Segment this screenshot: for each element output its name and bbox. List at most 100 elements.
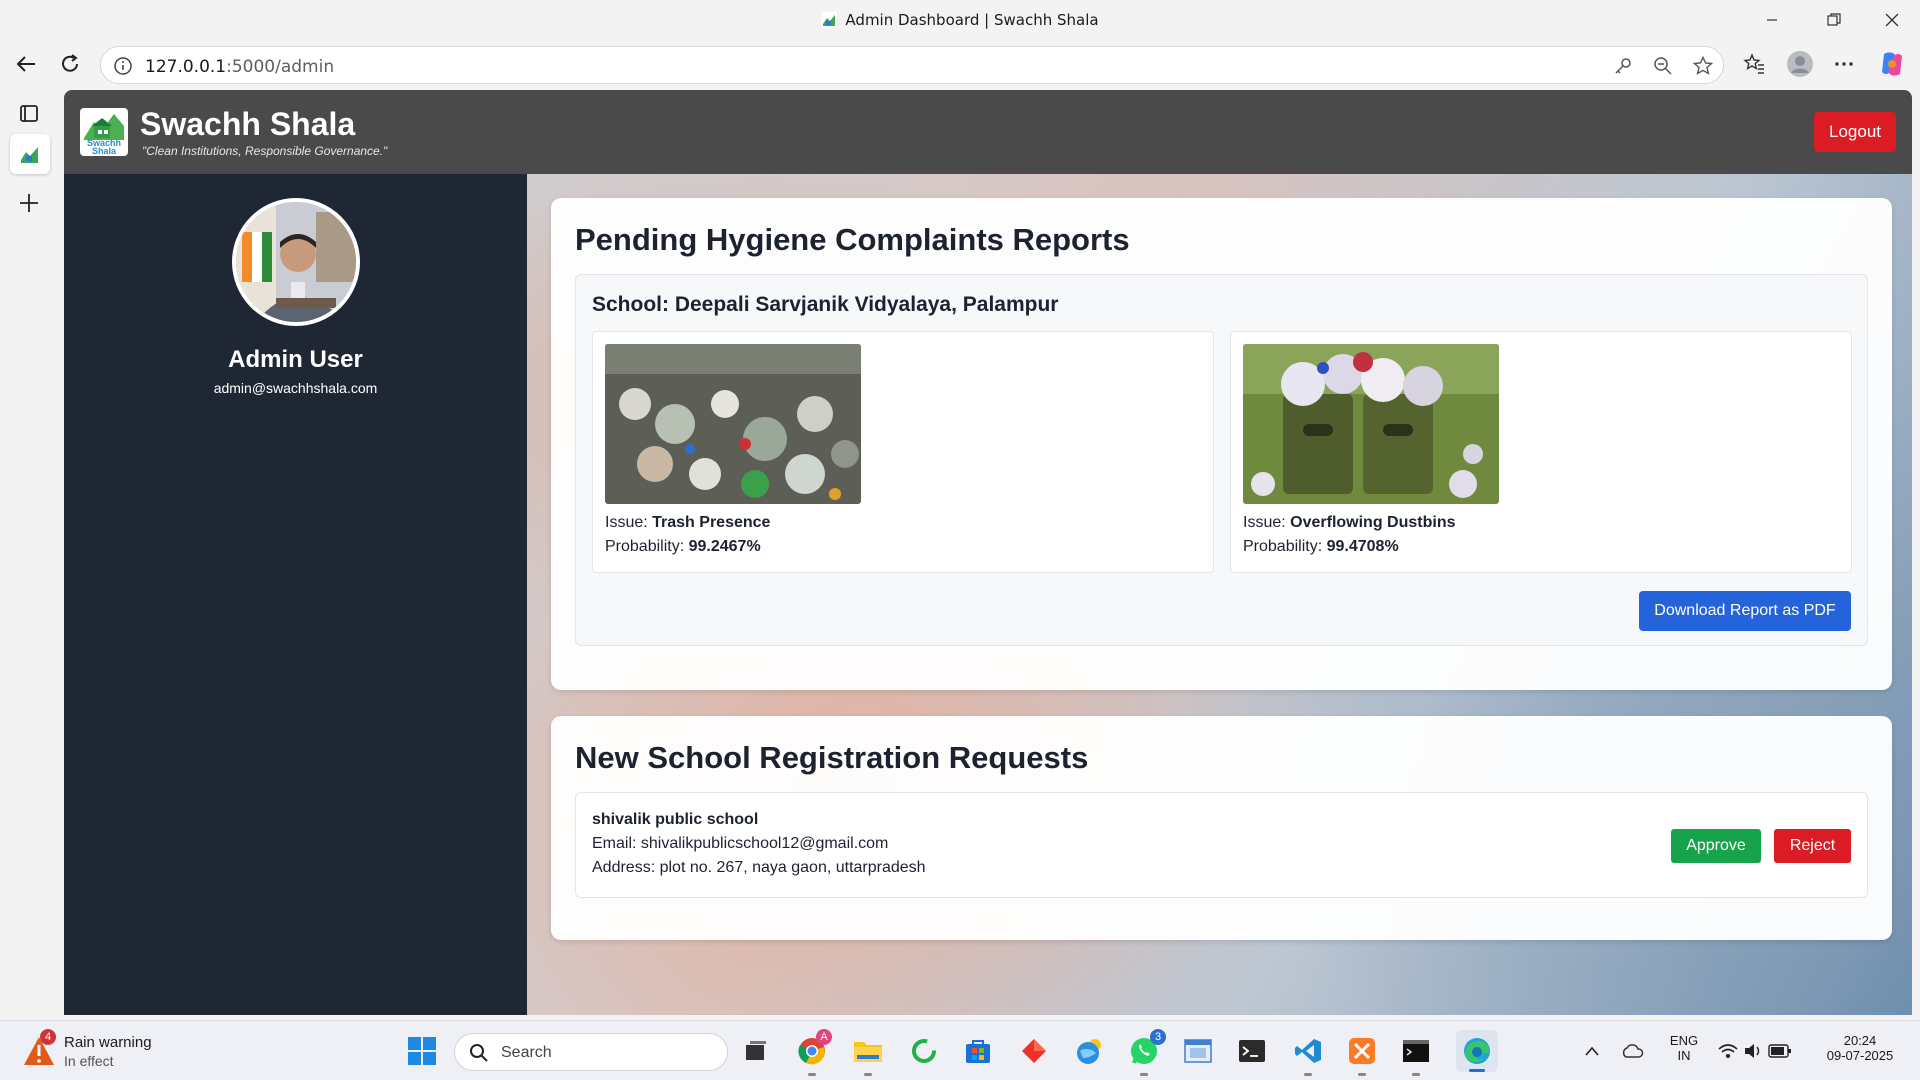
request-address: Address: plot no. 267, naya gaon, uttarp… bbox=[592, 859, 926, 876]
admin-avatar bbox=[232, 198, 360, 326]
site-favicon-icon bbox=[21, 147, 38, 163]
app-ring[interactable] bbox=[908, 1035, 940, 1067]
report-issue: Issue: Overflowing Dustbins bbox=[1243, 514, 1456, 531]
terminal-icon bbox=[1239, 1040, 1265, 1062]
logo-text: Swachh Shala bbox=[86, 138, 121, 156]
taskbar-search[interactable]: Search bbox=[454, 1033, 728, 1071]
globe-sun-icon bbox=[1077, 1039, 1101, 1064]
command-prompt-app[interactable] bbox=[1400, 1035, 1432, 1076]
more-horizontal-icon bbox=[1835, 62, 1853, 66]
brand-tagline: "Clean Institutions, Responsible Governa… bbox=[142, 144, 388, 158]
running-indicator bbox=[1358, 1073, 1366, 1076]
window-app[interactable] bbox=[1182, 1035, 1214, 1067]
weather-widget[interactable]: 4 Rain warning In effect bbox=[22, 1029, 202, 1073]
window-icon bbox=[1184, 1039, 1212, 1063]
request-email: Email: shivalikpublicschool12@gmail.com bbox=[592, 835, 889, 852]
back-button[interactable] bbox=[8, 46, 44, 82]
clock[interactable]: 20:24 09-07-2025 bbox=[1812, 1033, 1908, 1063]
copilot-icon bbox=[1882, 52, 1902, 76]
show-hidden-icons-button[interactable] bbox=[1576, 1035, 1608, 1067]
tab-actions-button[interactable] bbox=[18, 102, 40, 129]
clock-time: 20:24 bbox=[1843, 1033, 1877, 1048]
xampp-icon bbox=[1349, 1038, 1375, 1064]
logout-button[interactable]: Logout bbox=[1814, 112, 1896, 152]
terminal-app[interactable] bbox=[1236, 1035, 1268, 1067]
profile-avatar-icon bbox=[1787, 51, 1813, 77]
chevron-up-icon bbox=[1585, 1046, 1599, 1056]
restore-icon bbox=[1827, 13, 1841, 26]
task-view-icon bbox=[746, 1041, 766, 1060]
site-logo: Swachh Shala bbox=[80, 108, 128, 156]
url-text[interactable]: 127.0.0.1:5000/admin bbox=[145, 57, 334, 77]
report-photo[interactable] bbox=[605, 344, 861, 504]
windows-start-icon bbox=[408, 1037, 436, 1065]
vscode-icon bbox=[1295, 1039, 1321, 1063]
language-indicator[interactable]: ENG IN bbox=[1666, 1033, 1702, 1063]
registrations-heading: New School Registration Requests bbox=[575, 740, 1089, 775]
report-probability: Probability: 99.2467% bbox=[605, 538, 761, 555]
minimize-button[interactable] bbox=[1744, 0, 1800, 40]
running-indicator bbox=[864, 1073, 872, 1076]
onedrive-button[interactable] bbox=[1616, 1035, 1648, 1067]
site-header: Swachh Shala Swachh Shala "Clean Institu… bbox=[64, 90, 1912, 174]
vertical-tab-strip bbox=[0, 88, 64, 1020]
admin-photo-icon bbox=[236, 202, 356, 322]
search-icon bbox=[470, 1044, 488, 1062]
report-card: Issue: Overflowing Dustbins Probability:… bbox=[1230, 331, 1852, 573]
school-name: School: Deepali Sarvjanik Vidyalaya, Pal… bbox=[592, 293, 1059, 316]
complaints-card: Pending Hygiene Complaints Reports Schoo… bbox=[551, 198, 1892, 690]
command-prompt-icon bbox=[1403, 1040, 1429, 1062]
task-view-button[interactable] bbox=[740, 1035, 772, 1067]
new-tab-button[interactable] bbox=[18, 192, 40, 219]
vscode-app[interactable] bbox=[1292, 1035, 1324, 1076]
file-explorer-app[interactable] bbox=[852, 1035, 884, 1076]
reject-button[interactable]: Reject bbox=[1774, 829, 1851, 863]
weather-app[interactable] bbox=[1074, 1035, 1106, 1067]
settings-more-button[interactable] bbox=[1826, 46, 1862, 82]
zoom-out-icon[interactable] bbox=[1653, 56, 1673, 76]
close-window-button[interactable] bbox=[1864, 0, 1920, 40]
reload-button[interactable] bbox=[52, 46, 88, 82]
diamond-app[interactable] bbox=[1018, 1035, 1050, 1067]
maximize-button[interactable] bbox=[1806, 0, 1862, 40]
xampp-app[interactable] bbox=[1346, 1035, 1378, 1076]
browser-toolbar: 127.0.0.1:5000/admin bbox=[0, 40, 1920, 88]
tab-swachh-shala[interactable] bbox=[10, 134, 50, 174]
weather-title: Rain warning bbox=[64, 1034, 152, 1051]
download-report-button[interactable]: Download Report as PDF bbox=[1639, 591, 1851, 631]
favorites-button[interactable] bbox=[1736, 46, 1772, 82]
close-icon bbox=[1885, 13, 1899, 27]
address-bar[interactable]: 127.0.0.1:5000/admin bbox=[100, 46, 1724, 84]
key-icon[interactable] bbox=[1613, 56, 1633, 76]
microsoft-store-app[interactable] bbox=[962, 1035, 994, 1067]
wifi-icon bbox=[1718, 1044, 1738, 1058]
running-indicator bbox=[1412, 1073, 1420, 1076]
site-info-icon[interactable] bbox=[113, 56, 133, 76]
minimize-icon bbox=[1767, 19, 1777, 21]
weather-badge: 4 bbox=[40, 1029, 56, 1045]
main-content: Pending Hygiene Complaints Reports Schoo… bbox=[527, 174, 1912, 1015]
complaints-heading: Pending Hygiene Complaints Reports bbox=[575, 222, 1130, 257]
chrome-app[interactable]: A bbox=[796, 1029, 832, 1076]
report-photo[interactable] bbox=[1243, 344, 1499, 504]
approve-button[interactable]: Approve bbox=[1671, 829, 1761, 863]
tab-actions-icon bbox=[20, 105, 38, 122]
arrow-left-icon bbox=[16, 56, 35, 72]
trash-photo-icon bbox=[605, 344, 861, 504]
clock-date: 09-07-2025 bbox=[1826, 1048, 1894, 1063]
browser-titlebar: Admin Dashboard | Swachh Shala bbox=[0, 0, 1920, 40]
running-indicator bbox=[1304, 1073, 1312, 1076]
search-placeholder: Search bbox=[501, 1044, 552, 1061]
running-indicator bbox=[1140, 1073, 1148, 1076]
profile-button[interactable] bbox=[1782, 46, 1818, 82]
copilot-button[interactable] bbox=[1874, 46, 1910, 82]
diamond-icon bbox=[1022, 1039, 1046, 1063]
favorite-star-icon[interactable] bbox=[1693, 56, 1713, 76]
battery-button[interactable] bbox=[1764, 1035, 1796, 1067]
registration-request: shivalik public school Email: shivalikpu… bbox=[575, 792, 1868, 898]
whatsapp-app[interactable]: 3 bbox=[1128, 1029, 1166, 1076]
edge-app[interactable] bbox=[1456, 1030, 1498, 1072]
start-button[interactable] bbox=[406, 1035, 438, 1067]
report-probability: Probability: 99.4708% bbox=[1243, 538, 1399, 555]
whatsapp-badge: 3 bbox=[1150, 1029, 1166, 1045]
